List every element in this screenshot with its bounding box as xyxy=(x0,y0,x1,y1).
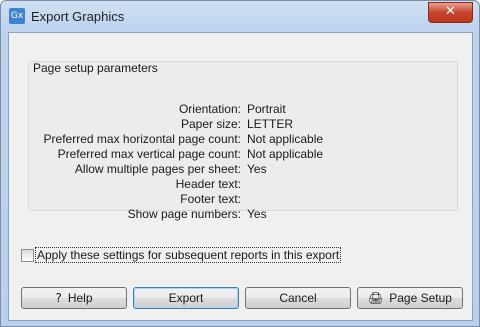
row-multiple-pages: Allow multiple pages per sheet: Yes xyxy=(29,162,457,177)
show-page-numbers-label: Show page numbers: xyxy=(127,207,241,221)
paper-size-value: LETTER xyxy=(247,117,294,131)
row-orientation: Orientation: Portrait xyxy=(29,102,457,117)
show-page-numbers-value: Yes xyxy=(247,207,267,221)
multiple-pages-value: Yes xyxy=(247,162,267,176)
export-graphics-dialog: Gx Export Graphics ✕ Page setup paramete… xyxy=(0,0,480,327)
window-title: Export Graphics xyxy=(31,9,125,24)
group-title: Page setup parameters xyxy=(33,61,158,75)
row-footer-text: Footer text: xyxy=(29,192,457,207)
horizontal-page-count-label: Preferred max horizontal page count: xyxy=(43,132,241,146)
apply-settings-checkbox[interactable] xyxy=(21,249,34,262)
close-icon: ✕ xyxy=(445,4,456,19)
export-button[interactable]: Export xyxy=(133,287,239,309)
row-show-page-numbers: Show page numbers: Yes xyxy=(29,207,457,222)
help-icon: ? xyxy=(55,291,62,305)
page-setup-button-label: Page Setup xyxy=(389,291,452,305)
export-button-label: Export xyxy=(168,291,204,305)
paper-size-label: Paper size: xyxy=(180,117,241,131)
horizontal-page-count-value: Not applicable xyxy=(247,132,324,146)
close-button[interactable]: ✕ xyxy=(428,2,473,23)
footer-text-label: Footer text: xyxy=(180,192,241,206)
page-setup-groupbox: Page setup parameters Orientation: Portr… xyxy=(28,61,458,221)
cancel-button[interactable]: Cancel xyxy=(245,287,351,309)
orientation-label: Orientation: xyxy=(178,102,241,116)
row-horizontal-page-count: Preferred max horizontal page count: Not… xyxy=(29,132,457,147)
title-bar[interactable]: Gx Export Graphics ✕ xyxy=(1,1,479,32)
help-button-label: Help xyxy=(67,291,93,305)
page-setup-button[interactable]: 🖨 Page Setup xyxy=(357,287,463,309)
help-button[interactable]: ? Help xyxy=(21,287,127,309)
row-vertical-page-count: Preferred max vertical page count: Not a… xyxy=(29,147,457,162)
apply-settings-label[interactable]: Apply these settings for subsequent repo… xyxy=(35,247,342,263)
vertical-page-count-value: Not applicable xyxy=(247,147,324,161)
row-paper-size: Paper size: LETTER xyxy=(29,117,457,132)
orientation-value: Portrait xyxy=(247,102,286,116)
apply-settings-checkbox-row[interactable]: Apply these settings for subsequent repo… xyxy=(21,247,342,264)
vertical-page-count-label: Preferred max vertical page count: xyxy=(57,147,241,161)
row-header-text: Header text: xyxy=(29,177,457,192)
header-text-label: Header text: xyxy=(175,177,241,191)
printer-icon: 🖨 xyxy=(368,291,384,305)
cancel-button-label: Cancel xyxy=(279,291,317,305)
app-icon: Gx xyxy=(9,8,25,24)
dialog-content: Page setup parameters Orientation: Portr… xyxy=(8,32,473,321)
multiple-pages-label: Allow multiple pages per sheet: xyxy=(74,162,241,176)
